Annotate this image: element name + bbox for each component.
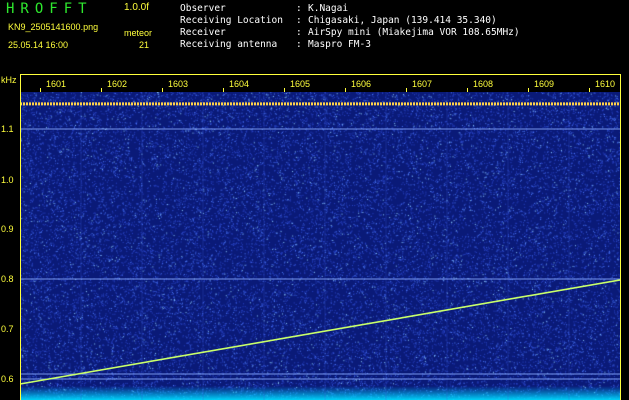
meta-value: AirSpy mini (Miakejima VOR 108.65MHz): [308, 27, 520, 38]
meta-separator: :: [296, 27, 302, 38]
meta-key: Receiving Location: [180, 15, 283, 26]
spectrogram-overlay: [20, 92, 621, 400]
meta-key: Receiving antenna: [180, 39, 278, 50]
meta-key: Observer: [180, 3, 226, 14]
meteor-trail: [20, 278, 621, 385]
software-label: meteor: [124, 28, 153, 38]
header-panel: HROFFT 1.0.0f KN9_2505141600.png meteor …: [0, 0, 629, 74]
column-label-1604: 1604: [228, 79, 250, 89]
column-label-1606: 1606: [350, 79, 372, 89]
plot-frame-left: [20, 74, 21, 400]
frequency-label-0-7: 0.7: [1, 324, 14, 334]
frequency-label-0-6: 0.6: [1, 374, 14, 384]
meta-row-observer: Observer: K.Nagai: [180, 3, 520, 15]
app-version: 1.0.0f: [124, 2, 150, 13]
column-grid: [80, 92, 570, 400]
meta-value: K.Nagai: [308, 3, 349, 14]
column-label-1607: 1607: [411, 79, 433, 89]
meta-row-location: Receiving Location: Chigasaki, Japan (139…: [180, 15, 520, 27]
column-label-1602: 1602: [106, 79, 128, 89]
reference-lines: [20, 128, 621, 380]
meta-key: Receiver: [180, 27, 226, 38]
frequency-unit-label: kHz: [1, 75, 17, 85]
meta-separator: :: [296, 3, 302, 14]
plot-frame-right: [620, 74, 621, 400]
meta-separator: :: [296, 39, 302, 50]
observation-metadata: Observer: K.Nagai Receiving Location: Chig…: [180, 3, 520, 51]
meta-row-antenna: Receiving antenna: Maspro FM-3: [180, 39, 520, 51]
spectrogram-plot: [20, 92, 621, 400]
column-label-1603: 1603: [167, 79, 189, 89]
frequency-label-1-1: 1.1: [1, 124, 14, 134]
file-name: KN9_2505141600.png: [8, 22, 99, 32]
meta-value: Maspro FM-3: [308, 39, 371, 50]
column-label-1609: 1609: [533, 79, 555, 89]
frequency-label-0-9: 0.9: [1, 224, 14, 234]
frequency-label-1-0: 1.0: [1, 175, 14, 185]
app-brand: HROFFT: [6, 1, 93, 17]
meta-separator: :: [296, 15, 302, 26]
meta-row-receiver: Receiver: AirSpy mini (Miakejima VOR 108.…: [180, 27, 520, 39]
frequency-label-0-8: 0.8: [1, 274, 14, 284]
plot-frame-top: [20, 74, 621, 75]
observation-datetime: 25.05.14 16:00: [8, 40, 69, 50]
column-label-1608: 1608: [472, 79, 494, 89]
column-label-1610: 1610: [594, 79, 616, 89]
column-label-1605: 1605: [289, 79, 311, 89]
meta-value: Chigasaki, Japan (139.414 35.340): [308, 15, 497, 26]
column-axis: 1601 1602 1603 1604 1605 1606 1607 1608 …: [20, 74, 621, 92]
column-label-1601: 1601: [45, 79, 67, 89]
detection-count: 21: [139, 40, 150, 50]
